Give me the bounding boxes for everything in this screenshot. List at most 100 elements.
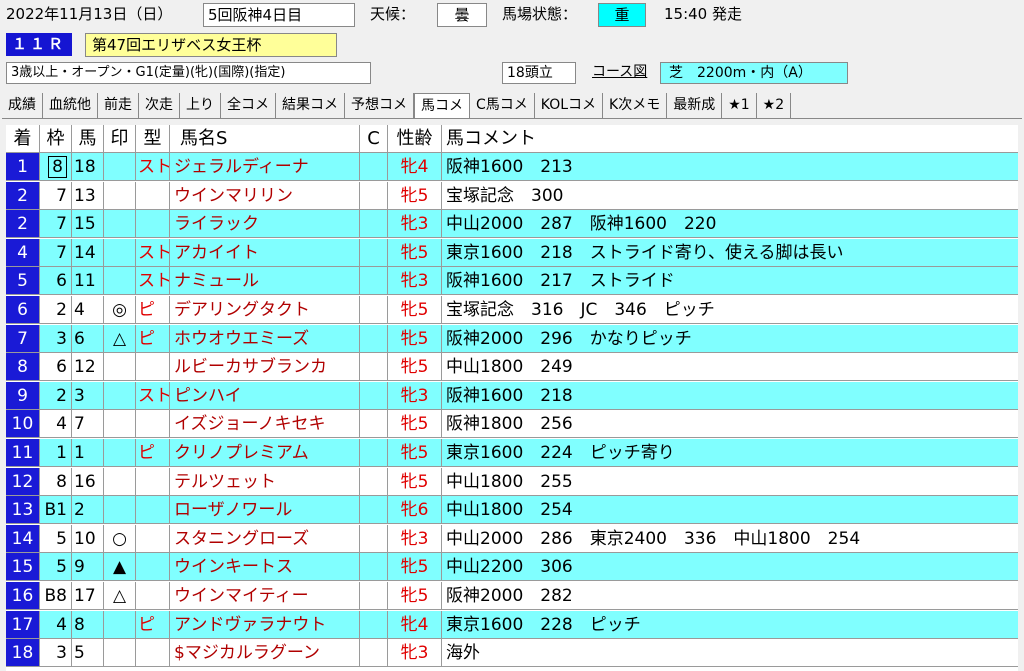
tab-k-next-memo[interactable]: K次メモ <box>603 93 668 118</box>
tab-star-1[interactable]: ★1 <box>722 93 757 118</box>
table-row[interactable]: 1 8 18 スト ジェラルディーナ 牝4 阪神1600 213 <box>6 153 1018 181</box>
c-cell <box>360 210 388 239</box>
table-row[interactable]: 11 1 1 ピクリノプレミアム 牝5 東京1600 224 ピッチ寄り <box>6 439 1018 467</box>
frame-cell: 1 <box>40 439 72 467</box>
horse-name-cell: $マジカルラグーン <box>170 639 360 668</box>
c-cell <box>360 582 388 610</box>
mark-cell <box>104 267 136 296</box>
tab-kol-comments[interactable]: KOLコメ <box>535 93 604 118</box>
c-cell <box>360 153 388 181</box>
mark-cell <box>104 238 136 267</box>
horse-number-cell: 3 <box>72 381 104 410</box>
table-row[interactable]: 4 7 14 スト アカイイト 牝5 東京1600 218 ストライド寄り、使える脚は長い <box>6 238 1018 267</box>
horse-name-cell: ホウオウエミーズ <box>170 324 360 353</box>
sex-age-cell: 牝5 <box>388 439 442 467</box>
col-sex-age[interactable]: 性齢 <box>388 125 442 153</box>
table-row[interactable]: 10 4 7 イズジョーノキセキ 牝5 阪神1800 256 <box>6 410 1018 439</box>
rank-cell: 9 <box>6 381 40 410</box>
col-c[interactable]: C <box>360 125 388 153</box>
horse-comment-table: 着 枠 馬 印 型 馬名S C 性齢 馬コメント 1 8 18 スト ジェラルディーナ牝… <box>6 125 1018 671</box>
horse-name-cell: スタニングローズ <box>170 524 360 553</box>
horse-name-cell: ウインキートス <box>170 553 360 582</box>
rank-cell: 2 <box>6 181 40 210</box>
frame-cell: 4 <box>40 410 72 439</box>
frame-cell: 2 <box>40 296 72 324</box>
table-row[interactable]: 16 B8 17 △ ウインマイティー 牝5 阪神2000 282 <box>6 582 1018 610</box>
table-row[interactable]: 2 7 15 ライラック 牝3 中山2000 287 阪神1600 220 <box>6 210 1018 239</box>
tab-all-comments[interactable]: 全コメ <box>221 93 276 118</box>
table-row[interactable]: 12 8 16 テルツェット 牝5 中山1800 255 <box>6 467 1018 496</box>
table-row[interactable]: 6 2 4 ◎ ピデアリングタクト 牝5 宝塚記念 316 JC 346 ピッチ <box>6 296 1018 324</box>
col-horse-name[interactable]: 馬名S <box>170 125 360 153</box>
horse-number-cell: 9 <box>72 553 104 582</box>
comment-cell: 阪神1600 218 <box>442 382 1018 410</box>
table-row[interactable]: 17 4 8 ピアンドヴァラナウト 牝4 東京1600 228 ピッチ <box>6 610 1018 639</box>
col-type[interactable]: 型 <box>136 125 170 153</box>
type-cell <box>136 181 170 210</box>
horse-name-cell: イズジョーノキセキ <box>170 410 360 439</box>
c-cell <box>360 467 388 496</box>
col-number[interactable]: 馬 <box>72 125 104 153</box>
tab-c-horse-comments[interactable]: C馬コメ <box>470 93 535 118</box>
frame-cell: 2 <box>40 381 72 410</box>
horse-name-cell: ルビーカサブランカ <box>170 353 360 382</box>
table-row[interactable]: 7 3 6 △ ピホウオウエミーズ 牝5 阪神2000 296 かなりピッチ <box>6 324 1018 353</box>
course-info: 芝 2200m・内（A） <box>660 62 848 84</box>
frame-cell: 7 <box>40 181 72 210</box>
comment-cell: 阪神2000 282 <box>442 582 1018 610</box>
comment-cell: 中山1800 254 <box>442 496 1018 525</box>
tab-horse-comments[interactable]: 馬コメ <box>414 93 470 118</box>
horse-number-cell: 15 <box>72 210 104 239</box>
c-cell <box>360 324 388 353</box>
sex-age-cell: 牝5 <box>388 553 442 582</box>
sex-age-cell: 牝5 <box>388 582 442 610</box>
sex-age-cell: 牝6 <box>388 496 442 525</box>
comment-cell: 東京1600 228 ピッチ <box>442 611 1018 639</box>
c-cell <box>360 439 388 467</box>
mark-cell <box>104 410 136 439</box>
frame-cell: 4 <box>40 610 72 639</box>
post-time: 15:40 発走 <box>664 5 742 23</box>
comment-cell: 中山2000 286 東京2400 336 中山1800 254 <box>442 525 1018 553</box>
rank-cell: 6 <box>6 296 40 324</box>
sex-age-cell: 牝5 <box>388 296 442 324</box>
mark-cell: △ <box>104 582 136 610</box>
mark-cell <box>104 610 136 639</box>
tab-latest[interactable]: 最新成 <box>667 93 723 118</box>
col-rank[interactable]: 着 <box>6 125 40 153</box>
rank-cell: 2 <box>6 210 40 239</box>
horse-number-cell: 14 <box>72 238 104 267</box>
table-row[interactable]: 15 5 9 ▲ ウインキートス 牝5 中山2200 306 <box>6 553 1018 582</box>
tab-star-2[interactable]: ★2 <box>757 93 792 118</box>
tab-prediction-comments[interactable]: 予想コメ <box>345 93 414 118</box>
frame-cell: 5 <box>40 553 72 582</box>
table-row[interactable]: 14 5 10 ○ スタニングローズ 牝3 中山2000 286 東京2400 336 中山… <box>6 524 1018 553</box>
col-frame[interactable]: 枠 <box>40 125 72 153</box>
mark-cell: ◎ <box>104 296 136 324</box>
sex-age-cell: 牝5 <box>388 238 442 267</box>
col-comment[interactable]: 馬コメント <box>442 125 1018 153</box>
table-row[interactable]: 9 2 3 スト ピンハイ 牝3 阪神1600 218 <box>6 381 1018 410</box>
tab-prev-race[interactable]: 前走 <box>98 93 139 118</box>
table-row[interactable]: 18 3 5 $マジカルラグーン 牝3 海外 <box>6 639 1018 668</box>
table-row[interactable]: 2 7 13 ウインマリリン 牝5 宝塚記念 300 <box>6 181 1018 210</box>
horse-name-cell: ウインマリリン <box>170 181 360 210</box>
rank-cell: 12 <box>6 467 40 496</box>
horse-name-cell: ライラック <box>170 210 360 239</box>
table-row[interactable]: 5 6 11 スト ナミュール 牝3 阪神1600 217 ストライド <box>6 267 1018 296</box>
tab-next-race[interactable]: 次走 <box>139 93 180 118</box>
course-map-link[interactable]: コース図 <box>592 62 647 82</box>
comment-cell: 東京1600 218 ストライド寄り、使える脚は長い <box>442 239 1018 267</box>
col-mark[interactable]: 印 <box>104 125 136 153</box>
tab-result-comments[interactable]: 結果コメ <box>276 93 345 118</box>
tab-final-time[interactable]: 上り <box>180 93 221 118</box>
tab-results[interactable]: 成績 <box>2 93 43 118</box>
tab-pedigree[interactable]: 血統他 <box>43 93 98 118</box>
table-row[interactable]: 8 6 12 ルビーカサブランカ 牝5 中山1800 249 <box>6 353 1018 382</box>
c-cell <box>360 524 388 553</box>
c-cell <box>360 610 388 639</box>
table-row[interactable]: 13 B1 2 ローザノワール 牝6 中山1800 254 <box>6 496 1018 525</box>
horse-name-cell: アンドヴァラナウト <box>170 610 360 639</box>
comment-cell: 宝塚記念 300 <box>442 182 1018 210</box>
type-cell <box>136 582 170 610</box>
